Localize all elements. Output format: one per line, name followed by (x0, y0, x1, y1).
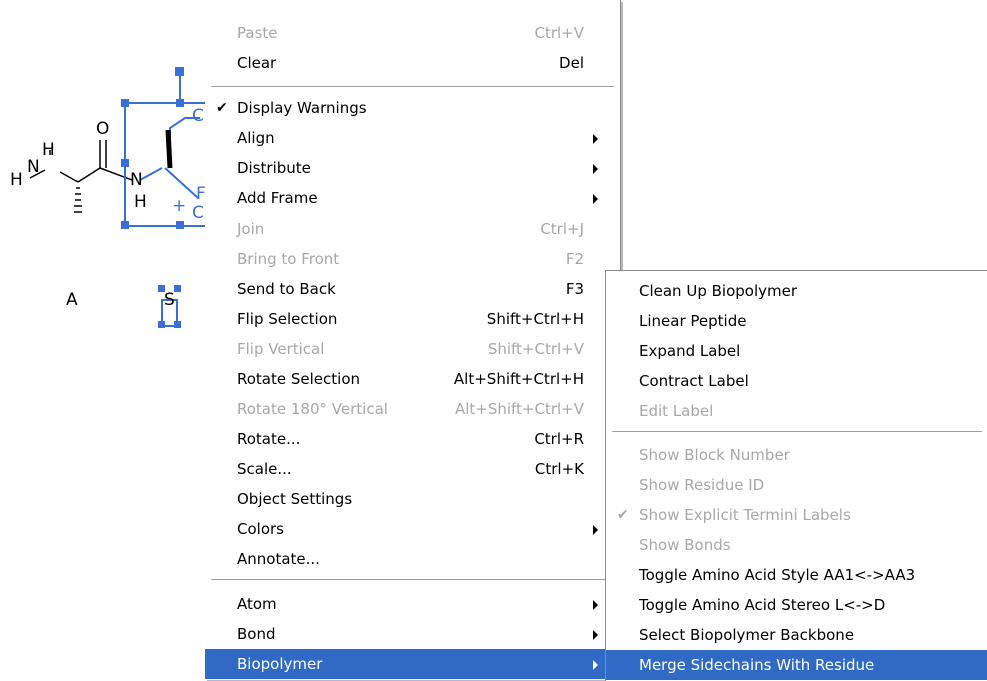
submenu-item-edit-label[interactable]: Edit Label (606, 396, 987, 426)
submenu-arrow-icon (593, 630, 598, 640)
submenu-arrow-icon (593, 660, 598, 670)
atom-partial-top: C (192, 106, 204, 126)
menu-item-atom[interactable]: Atom (205, 589, 620, 619)
menu-item-distribute[interactable]: Distribute (205, 153, 620, 183)
submenu-arrow-icon (593, 194, 598, 204)
atom-h-top: H (42, 140, 55, 160)
submenu-item-expand-label[interactable]: Expand Label (606, 336, 987, 366)
menu-item-bond[interactable]: Bond (205, 619, 620, 649)
atom-n-left: N (27, 157, 40, 177)
submenu-item-merge-sidechains[interactable]: Merge Sidechains With Residue (606, 650, 987, 680)
menu-item-annotate[interactable]: Annotate... (205, 544, 620, 574)
submenu-item-toggle-aa-stereo[interactable]: Toggle Amino Acid Stereo L<->D (606, 590, 987, 620)
menu-item-flip-vertical[interactable]: Flip Vertical Shift+Ctrl+V (205, 334, 620, 364)
menu-item-rotate-selection[interactable]: Rotate Selection Alt+Shift+Ctrl+H (205, 364, 620, 394)
menu-item-join[interactable]: Join Ctrl+J (205, 214, 620, 244)
menu-item-rotate[interactable]: Rotate... Ctrl+R (205, 424, 620, 454)
menu-separator (211, 86, 614, 88)
submenu-item-clean-up-biopolymer[interactable]: Clean Up Biopolymer (606, 276, 987, 306)
atom-h-left: H (10, 170, 23, 190)
atom-partial-bottom: C (192, 203, 204, 223)
menu-item-send-to-back[interactable]: Send to Back F3 (205, 274, 620, 304)
atom-h-selected: H (134, 192, 147, 212)
submenu-arrow-icon (593, 600, 598, 610)
menu-item-colors[interactable]: Colors (205, 514, 620, 544)
context-menu: Paste Ctrl+V Clear Del ✔ Display Warning… (205, 0, 621, 680)
biopolymer-submenu: Clean Up Biopolymer Linear Peptide Expan… (605, 270, 987, 681)
check-icon: ✔ (216, 100, 228, 116)
menu-item-flip-selection[interactable]: Flip Selection Shift+Ctrl+H (205, 304, 620, 334)
menu-item-align[interactable]: Align (205, 123, 620, 153)
submenu-item-show-bonds[interactable]: Show Bonds (606, 530, 987, 560)
residue-label-a[interactable]: A (66, 290, 78, 310)
menu-item-biopolymer[interactable]: Biopolymer (205, 649, 620, 679)
charge-plus: + (172, 196, 187, 216)
menu-separator (211, 579, 614, 581)
menu-item-paste[interactable]: Paste Ctrl+V (205, 18, 620, 48)
submenu-arrow-icon (593, 525, 598, 535)
submenu-item-toggle-aa-style[interactable]: Toggle Amino Acid Style AA1<->AA3 (606, 560, 987, 590)
residue-label-s[interactable]: S (164, 290, 175, 310)
hashed-wedge (74, 187, 82, 213)
submenu-item-show-block-number[interactable]: Show Block Number (606, 440, 987, 470)
atom-n-selected: N (130, 170, 143, 190)
submenu-arrow-icon (593, 164, 598, 174)
menu-item-bring-to-front[interactable]: Bring to Front F2 (205, 244, 620, 274)
menu-item-scale[interactable]: Scale... Ctrl+K (205, 454, 620, 484)
submenu-item-show-explicit-termini-labels[interactable]: ✔ Show Explicit Termini Labels (606, 500, 987, 530)
atom-o-carbonyl: O (96, 119, 110, 139)
menu-item-rotate-180-vertical[interactable]: Rotate 180° Vertical Alt+Shift+Ctrl+V (205, 394, 620, 424)
menu-item-add-frame[interactable]: Add Frame (205, 183, 620, 213)
menu-item-object-settings[interactable]: Object Settings (205, 484, 620, 514)
submenu-arrow-icon (593, 134, 598, 144)
menu-item-display-warnings[interactable]: ✔ Display Warnings (205, 93, 620, 123)
submenu-item-show-residue-id[interactable]: Show Residue ID (606, 470, 987, 500)
submenu-item-linear-peptide[interactable]: Linear Peptide (606, 306, 987, 336)
submenu-item-contract-label[interactable]: Contract Label (606, 366, 987, 396)
check-icon: ✔ (617, 507, 629, 523)
menu-item-clear[interactable]: Clear Del (205, 48, 620, 78)
submenu-item-select-biopolymer-backbone[interactable]: Select Biopolymer Backbone (606, 620, 987, 650)
menu-separator (612, 431, 982, 433)
